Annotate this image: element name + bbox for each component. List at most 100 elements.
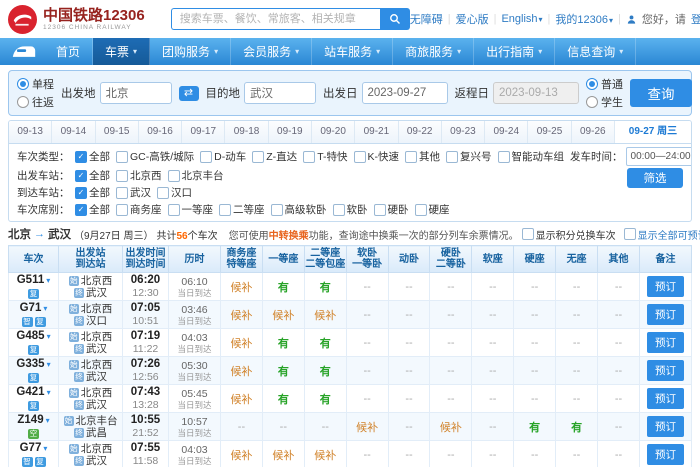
return-date-input[interactable] <box>493 82 579 104</box>
filter-option[interactable]: 硬座 <box>415 202 450 217</box>
date-tab-09-18[interactable]: 09-18 <box>225 121 268 143</box>
book-button[interactable]: 预订 <box>647 304 684 325</box>
date-tab-09-26[interactable]: 09-26 <box>572 121 615 143</box>
search-input[interactable] <box>171 8 380 30</box>
seat-cell: -- <box>598 441 640 467</box>
date-tab-09-22[interactable]: 09-22 <box>399 121 442 143</box>
seat-status[interactable]: 候补 <box>314 450 336 462</box>
filter-all-checkbox[interactable]: ✓全部 <box>75 168 110 183</box>
nav-item-5[interactable]: 商旅服务▾ <box>393 38 474 65</box>
filter-option[interactable]: 汉口 <box>157 185 192 200</box>
filter-option[interactable]: 北京西 <box>116 168 162 183</box>
filter-option[interactable]: 武汉 <box>116 185 151 200</box>
nav-item-7[interactable]: 信息查询▾ <box>555 38 636 65</box>
date-tab-09-20[interactable]: 09-20 <box>312 121 355 143</box>
nav-item-3[interactable]: 会员服务▾ <box>231 38 312 65</box>
filter-all-checkbox[interactable]: ✓全部 <box>75 149 110 164</box>
header-link-2[interactable]: English▾ <box>501 13 542 25</box>
train-number[interactable]: G335▾ <box>9 358 58 371</box>
train-number[interactable]: G71▾ <box>9 302 58 315</box>
filter-option[interactable]: 高级软卧 <box>271 202 327 217</box>
date-tab-09-13[interactable]: 09-13 <box>9 121 52 143</box>
date-tab-09-25[interactable]: 09-25 <box>528 121 571 143</box>
seat-status[interactable]: 候补 <box>230 366 252 378</box>
train-number[interactable]: G511▾ <box>9 274 58 287</box>
filter-option[interactable]: 复兴号 <box>446 149 492 164</box>
trip-one-way-radio[interactable]: 单程 <box>17 76 54 92</box>
date-tab-09-23[interactable]: 09-23 <box>442 121 485 143</box>
date-tab-09-14[interactable]: 09-14 <box>52 121 95 143</box>
filter-option[interactable]: 其他 <box>405 149 440 164</box>
train-number[interactable]: Z149▾ <box>9 414 58 427</box>
date-tab-09-24[interactable]: 09-24 <box>485 121 528 143</box>
filter-option[interactable]: 二等座 <box>219 202 265 217</box>
date-tab-09-21[interactable]: 09-21 <box>355 121 398 143</box>
book-button[interactable]: 预订 <box>647 444 684 465</box>
logo[interactable]: 中国铁路12306 12306 CHINA RAILWAY <box>8 5 145 34</box>
nav-item-4[interactable]: 站车服务▾ <box>312 38 393 65</box>
passenger-student-radio[interactable]: 学生 <box>586 94 623 110</box>
seat-status[interactable]: 候补 <box>230 310 252 322</box>
seat-status[interactable]: 候补 <box>272 450 294 462</box>
header-link-0[interactable]: 无障碍 <box>410 11 443 27</box>
date-tab-09-17[interactable]: 09-17 <box>182 121 225 143</box>
train-number[interactable]: G77▾ <box>9 442 58 455</box>
filter-option[interactable]: T-特快 <box>303 149 347 164</box>
filter-option[interactable]: 一等座 <box>168 202 214 217</box>
filter-option[interactable]: K-快速 <box>354 149 400 164</box>
from-input[interactable] <box>100 82 172 104</box>
arrival-station-name: 武汉 <box>86 455 107 467</box>
show-all-bookable-toggle[interactable]: 显示全部可预订车次 <box>624 227 700 242</box>
filter-option[interactable]: 硬卧 <box>374 202 409 217</box>
seat-status[interactable]: 候补 <box>272 310 294 322</box>
stations-cell: 始北京西终武汉 <box>59 441 123 467</box>
book-button[interactable]: 预订 <box>647 416 684 437</box>
header-link-1[interactable]: 爱心版 <box>456 11 489 27</box>
login-link[interactable]: 登录 <box>691 11 700 27</box>
swap-stations-button[interactable]: ⇄ <box>179 86 199 101</box>
chevron-down-icon: ▾ <box>214 47 218 56</box>
book-button[interactable]: 预订 <box>647 360 684 381</box>
filter-all-checkbox[interactable]: ✓全部 <box>75 202 110 217</box>
trip-round-radio[interactable]: 往返 <box>17 94 54 110</box>
header-link-3[interactable]: 我的12306▾ <box>555 11 613 27</box>
seat-status[interactable]: 候补 <box>314 310 336 322</box>
depart-date-input[interactable] <box>362 82 448 104</box>
nav-item-1[interactable]: 车票▾ <box>93 38 150 65</box>
to-input[interactable] <box>244 82 316 104</box>
filter-option[interactable]: GC-高铁/城际 <box>116 149 194 164</box>
filter-apply-button[interactable]: 筛选 <box>627 168 683 188</box>
filter-option[interactable]: D-动车 <box>200 149 246 164</box>
passenger-normal-radio[interactable]: 普通 <box>586 76 623 92</box>
date-tab-09-19[interactable]: 09-19 <box>269 121 312 143</box>
seat-status: -- <box>363 365 370 377</box>
seat-status[interactable]: 候补 <box>230 282 252 294</box>
depart-time-select[interactable]: 00:00—24:00▾ <box>626 147 692 166</box>
date-tab-09-27[interactable]: 09-27 周三 <box>615 121 691 143</box>
filter-option[interactable]: 北京丰台 <box>168 168 224 183</box>
nav-item-0[interactable]: 首页 <box>44 38 93 65</box>
filter-option[interactable]: 软卧 <box>333 202 368 217</box>
transfer-link[interactable]: 中转换乘 <box>269 231 309 242</box>
book-button[interactable]: 预订 <box>647 332 684 353</box>
book-button[interactable]: 预订 <box>647 388 684 409</box>
train-number[interactable]: G421▾ <box>9 386 58 399</box>
seat-status[interactable]: 候补 <box>440 422 462 434</box>
seat-status[interactable]: 候补 <box>230 338 252 350</box>
filter-option[interactable]: 商务座 <box>116 202 162 217</box>
search-button[interactable] <box>380 8 410 30</box>
date-tab-09-15[interactable]: 09-15 <box>96 121 139 143</box>
train-number[interactable]: G485▾ <box>9 330 58 343</box>
seat-status[interactable]: 候补 <box>230 450 252 462</box>
seat-status[interactable]: 候补 <box>230 394 252 406</box>
filter-all-checkbox[interactable]: ✓全部 <box>75 185 110 200</box>
nav-item-6[interactable]: 出行指南▾ <box>474 38 555 65</box>
book-button[interactable]: 预订 <box>647 276 684 297</box>
nav-item-2[interactable]: 团购服务▾ <box>150 38 231 65</box>
show-points-toggle[interactable]: 显示积分兑换车次 <box>522 227 616 242</box>
query-button[interactable]: 查询 <box>630 79 692 107</box>
filter-option[interactable]: 智能动车组 <box>498 149 565 164</box>
date-tab-09-16[interactable]: 09-16 <box>139 121 182 143</box>
filter-option[interactable]: Z-直达 <box>252 149 297 164</box>
seat-status[interactable]: 候补 <box>356 422 378 434</box>
